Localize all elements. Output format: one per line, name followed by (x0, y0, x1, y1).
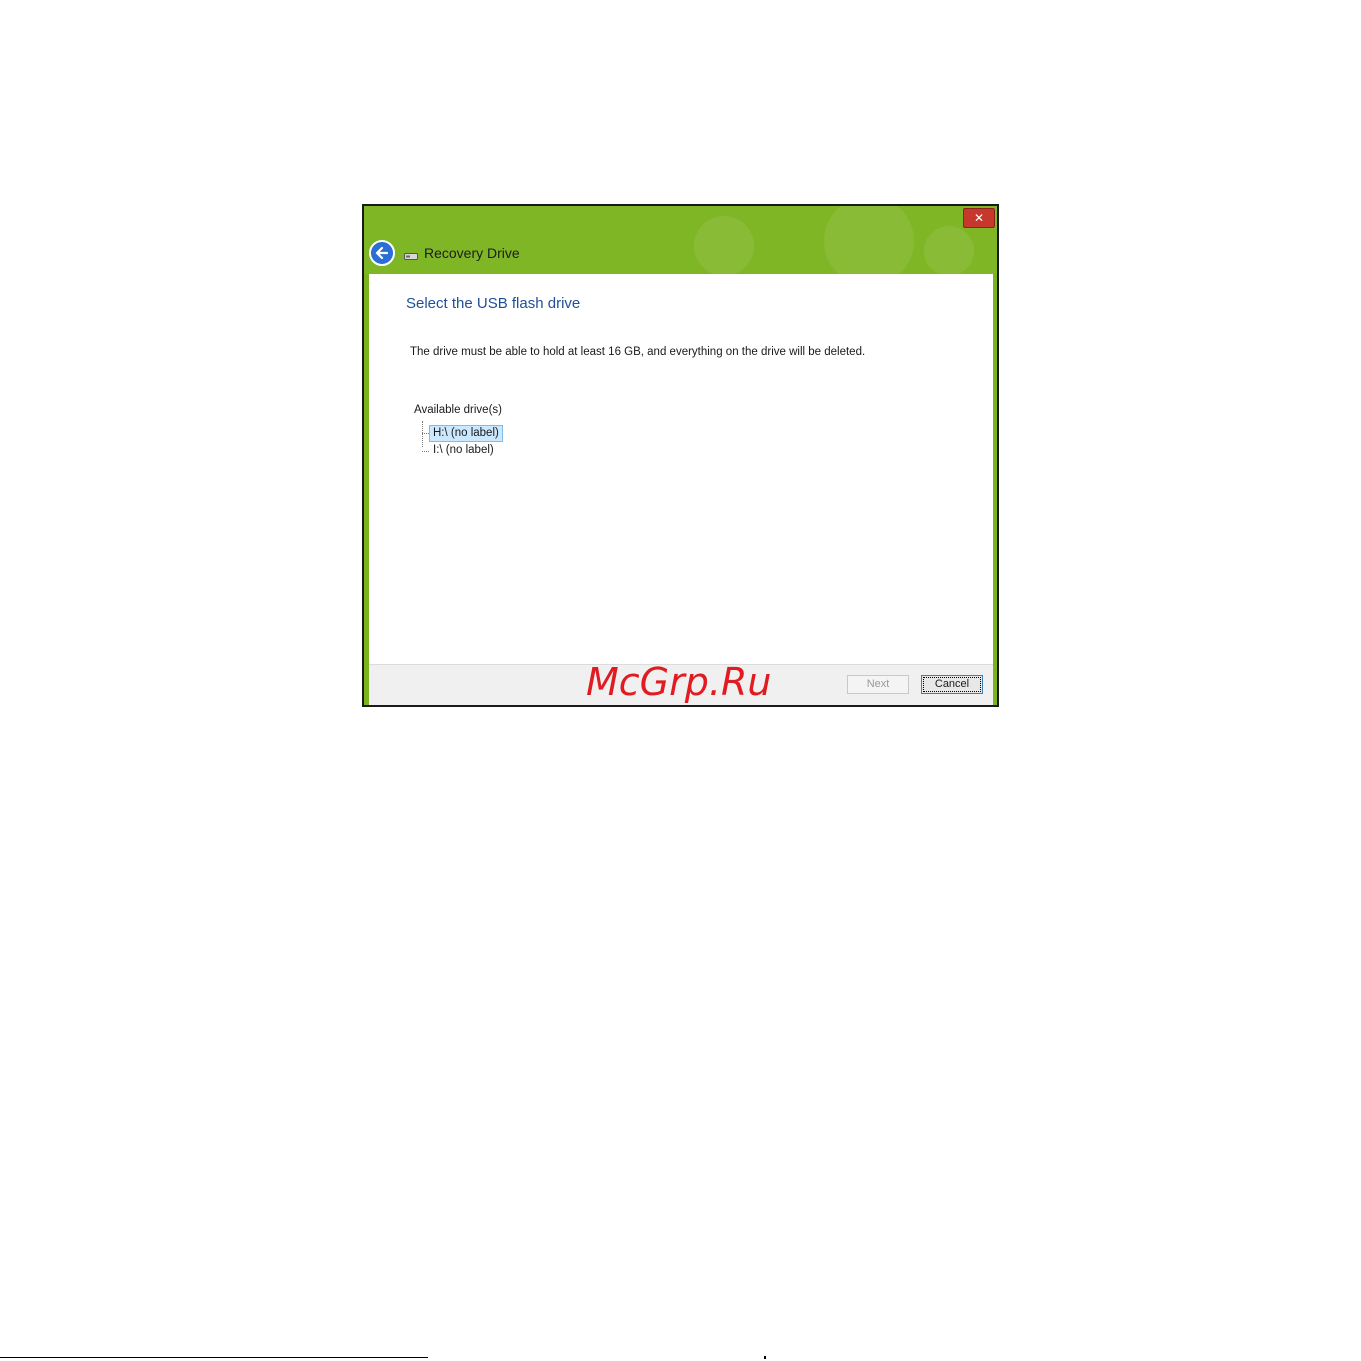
window-title: Recovery Drive (424, 245, 520, 261)
page-rule (0, 1357, 428, 1358)
recovery-drive-window: ✕ Recovery Drive Select the USB flash dr… (362, 204, 999, 707)
tree-connector (422, 433, 429, 434)
usb-drive-icon (404, 253, 418, 260)
back-arrow-icon (375, 246, 389, 260)
close-icon: ✕ (973, 211, 985, 225)
description-text: The drive must be able to hold at least … (410, 346, 866, 358)
background-decoration (824, 206, 914, 274)
drive-item-h[interactable]: H:\ (no label) (429, 425, 503, 442)
background-decoration (694, 216, 754, 274)
tree-connector (422, 451, 429, 452)
drive-item-i[interactable]: I:\ (no label) (430, 443, 497, 458)
close-button[interactable]: ✕ (963, 208, 995, 228)
page-mark (764, 1356, 766, 1359)
title-bar: ✕ Recovery Drive (364, 206, 997, 274)
cancel-button[interactable]: Cancel (921, 675, 983, 694)
drive-tree-label: Available drive(s) (414, 404, 502, 416)
watermark-text: McGrp.Ru (586, 660, 772, 704)
page-heading: Select the USB flash drive (406, 295, 581, 312)
background-decoration (924, 226, 974, 274)
back-button[interactable] (369, 240, 395, 266)
next-button[interactable]: Next (847, 675, 909, 694)
tree-connector (422, 421, 423, 447)
wizard-content: Select the USB flash drive The drive mus… (369, 274, 993, 664)
